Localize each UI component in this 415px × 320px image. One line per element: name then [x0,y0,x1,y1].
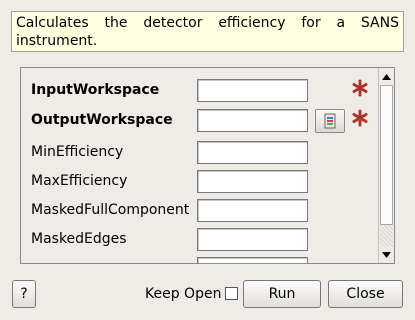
workspace-browse-button[interactable] [315,109,345,133]
property-row-partial [21,257,376,263]
masked-edges-field[interactable] [197,228,308,251]
arrow-up-icon [382,73,391,80]
scroll-up-button[interactable] [379,69,394,84]
algorithm-description: Calculates the detector efficiency for a… [11,11,404,52]
masked-full-component-field[interactable] [197,199,308,222]
property-label: OutputWorkspace [31,112,173,128]
input-workspace-field[interactable] [197,79,308,102]
keep-open-label: Keep Open [145,286,222,302]
property-row-input-workspace: InputWorkspace [21,79,376,103]
scroll-thumb[interactable] [380,85,393,225]
workspace-browse-icon [324,113,336,129]
scroll-track[interactable] [380,225,393,247]
run-button[interactable]: Run [243,280,321,308]
max-efficiency-field[interactable] [197,170,308,193]
property-label: MaxEfficiency [31,173,128,189]
close-button[interactable]: Close [328,280,403,308]
keep-open-checkbox[interactable] [225,287,238,300]
property-row-min-efficiency: MinEfficiency [21,141,376,165]
min-efficiency-field[interactable] [197,141,308,164]
property-label: MinEfficiency [31,144,124,160]
scroll-down-button[interactable] [379,247,394,262]
vertical-scrollbar[interactable] [378,68,394,263]
required-asterisk-icon [352,79,368,97]
required-asterisk-icon [352,109,368,127]
output-workspace-field[interactable] [197,109,308,132]
property-row-max-efficiency: MaxEfficiency [21,170,376,194]
arrow-down-icon [382,251,391,258]
properties-panel: InputWorkspace OutputWorkspace MinEffici… [20,67,395,264]
property-row-masked-full-component: MaskedFullComponent [21,199,376,223]
next-property-field[interactable] [197,257,308,263]
property-row-output-workspace: OutputWorkspace [21,109,376,133]
property-label: InputWorkspace [31,82,160,98]
property-row-masked-edges: MaskedEdges [21,228,376,252]
help-button[interactable]: ? [12,280,36,308]
property-label: MaskedEdges [31,231,127,247]
property-label: MaskedFullComponent [31,202,190,218]
